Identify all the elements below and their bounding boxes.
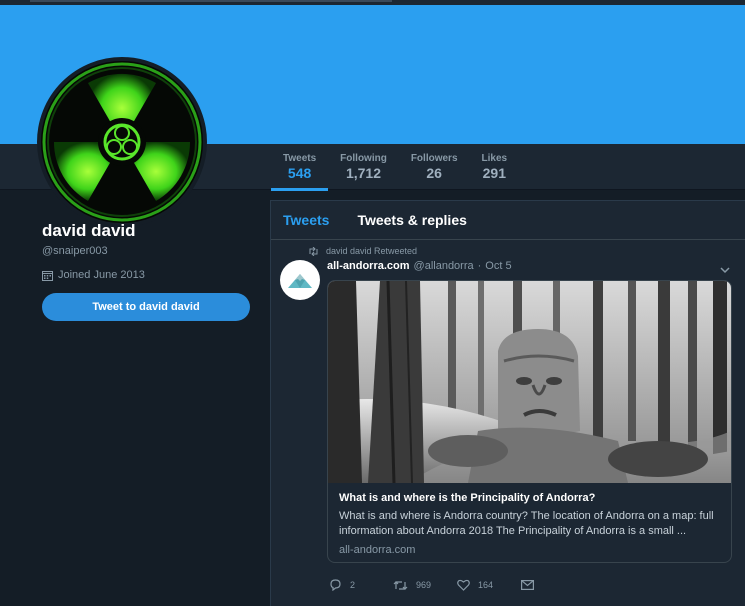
stat-label: Tweets bbox=[283, 153, 317, 164]
stat-label: Followers bbox=[410, 153, 458, 164]
retweet-icon bbox=[393, 580, 408, 590]
chevron-down-icon bbox=[720, 267, 730, 274]
stat-value: 291 bbox=[482, 165, 506, 181]
reply-icon bbox=[330, 579, 341, 591]
tweet-menu-button[interactable] bbox=[720, 261, 730, 279]
stat-label: Likes bbox=[481, 153, 508, 164]
card-description: What is and where is Andorra country? Th… bbox=[339, 510, 714, 537]
top-progress-line bbox=[30, 0, 392, 2]
profile-joined: Joined June 2013 bbox=[42, 269, 252, 281]
profile-stats: Tweets 548 Following 1,712 Followers 26 … bbox=[271, 144, 520, 191]
stat-following[interactable]: Following 1,712 bbox=[328, 144, 399, 190]
tweet-author-avatar[interactable] bbox=[280, 260, 320, 300]
like-button[interactable]: 164 bbox=[457, 579, 521, 591]
stat-value: 1,712 bbox=[345, 165, 382, 181]
stat-tweets[interactable]: Tweets 548 bbox=[271, 144, 329, 191]
tweet-header: all-andorra.com @allandorra · Oct 5 bbox=[327, 260, 512, 272]
stat-likes[interactable]: Likes 291 bbox=[470, 144, 520, 190]
mountain-logo-icon bbox=[288, 274, 312, 288]
direct-message-button[interactable] bbox=[521, 580, 534, 590]
timeline-tabs: Tweets Tweets & replies bbox=[271, 201, 745, 240]
profile-name[interactable]: david david bbox=[42, 221, 252, 241]
reply-count: 2 bbox=[350, 580, 356, 590]
envelope-icon bbox=[521, 580, 534, 590]
retweet-count: 969 bbox=[416, 580, 432, 590]
joined-text: Joined June 2013 bbox=[58, 269, 145, 281]
link-card[interactable]: What is and where is the Principality of… bbox=[327, 280, 732, 563]
profile-avatar[interactable] bbox=[37, 57, 207, 227]
profile-handle[interactable]: @snaiper003 bbox=[42, 245, 252, 257]
card-body: What is and where is the Principality of… bbox=[328, 483, 731, 562]
timeline: Tweets Tweets & replies david david Retw… bbox=[270, 200, 745, 606]
stat-label: Following bbox=[340, 153, 387, 164]
tweet-date[interactable]: Oct 5 bbox=[485, 260, 511, 272]
stat-value: 548 bbox=[287, 165, 312, 181]
card-domain: all-andorra.com bbox=[339, 544, 416, 556]
retweet-icon bbox=[309, 246, 318, 256]
calendar-icon bbox=[42, 270, 53, 281]
radioactive-biohazard-icon bbox=[41, 61, 203, 223]
card-image bbox=[328, 281, 731, 483]
tweet-author-name[interactable]: all-andorra.com bbox=[327, 260, 410, 272]
card-title: What is and where is the Principality of… bbox=[339, 492, 596, 504]
tweet-separator: · bbox=[477, 260, 482, 272]
tweet-to-button[interactable]: Tweet to david david bbox=[42, 293, 250, 321]
tab-tweets[interactable]: Tweets bbox=[283, 212, 329, 228]
retweet-button[interactable]: 969 bbox=[393, 580, 457, 591]
tab-tweets-and-replies[interactable]: Tweets & replies bbox=[357, 212, 466, 228]
heart-icon bbox=[457, 579, 470, 591]
stat-value: 26 bbox=[426, 165, 442, 181]
tweet-author-handle[interactable]: @allandorra bbox=[414, 260, 474, 272]
reply-button[interactable]: 2 bbox=[329, 579, 393, 591]
retweeted-by-text[interactable]: david david Retweeted bbox=[326, 246, 417, 256]
stat-followers[interactable]: Followers 26 bbox=[399, 144, 470, 190]
like-count: 164 bbox=[478, 580, 494, 590]
retweet-context: david david Retweeted bbox=[308, 246, 417, 256]
profile-card: david david @snaiper003 Joined June 2013… bbox=[42, 221, 252, 321]
tweet-actions: 2 969 164 bbox=[329, 579, 534, 591]
